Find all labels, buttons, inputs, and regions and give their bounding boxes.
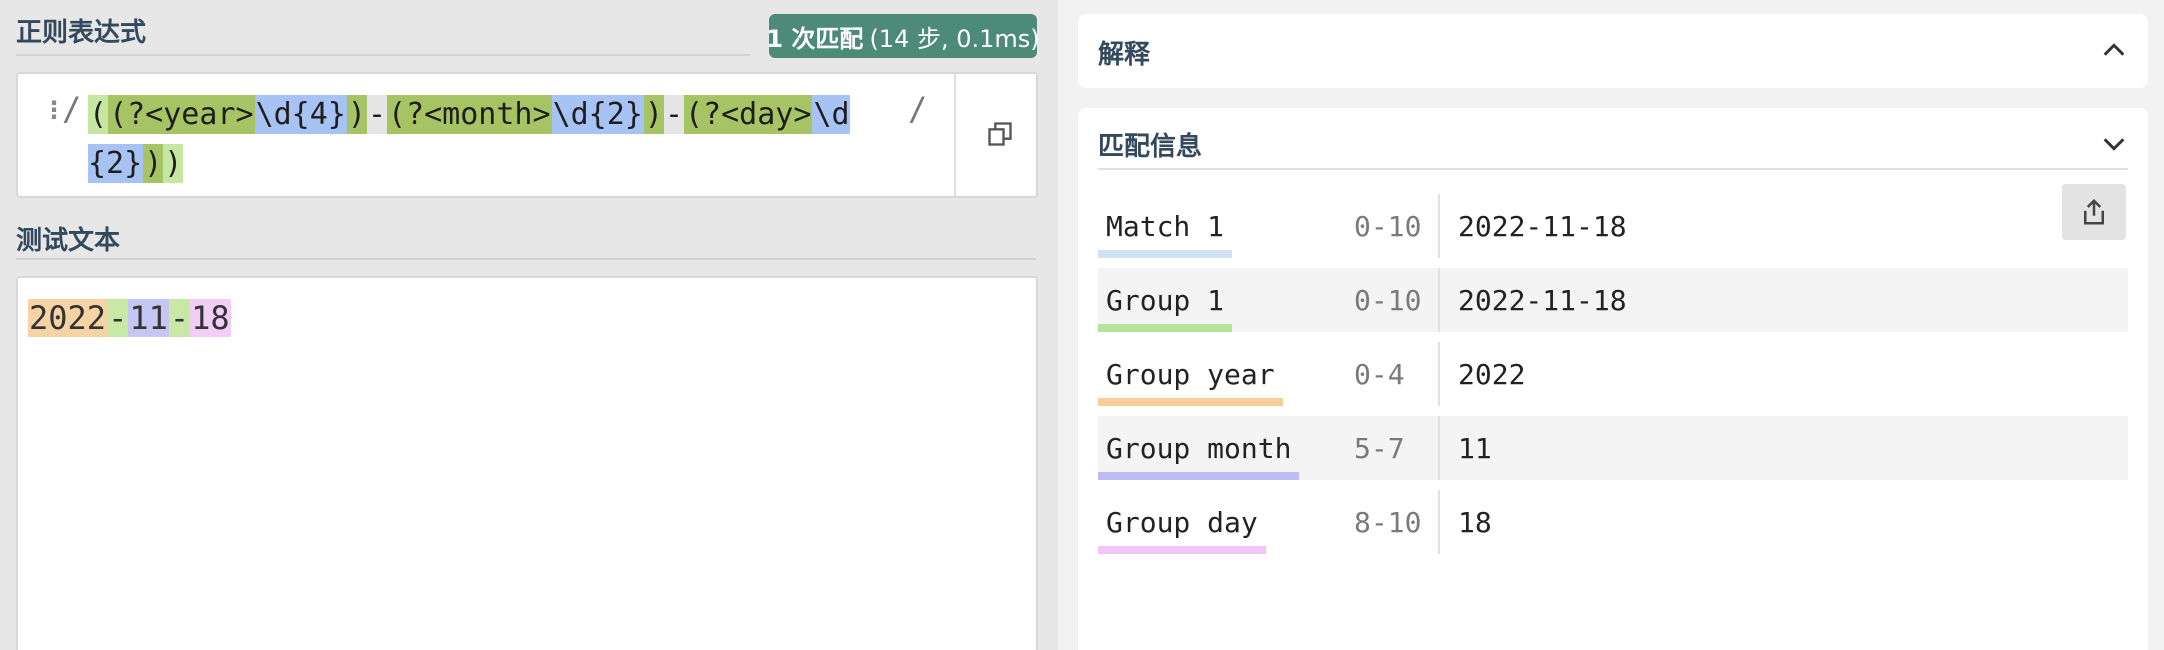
match-info-divider (1098, 168, 2128, 170)
regex-token[interactable]: ) (143, 144, 164, 183)
regex-token[interactable]: ) (346, 95, 367, 134)
group-label: Group year (1106, 358, 1275, 391)
test-match-segment[interactable]: - (107, 299, 129, 337)
chevron-down-icon[interactable] (2100, 130, 2128, 158)
group-color-underline (1098, 472, 1299, 480)
match-info-list: Match 1 0-10 2022-11-18 Group 1 0-10 2022-11-… (1098, 194, 2128, 564)
regex-token[interactable]: (?<day> (684, 95, 813, 134)
test-match-segment[interactable]: - (168, 299, 191, 337)
regex-open-delimiter: / (62, 90, 82, 128)
regex-token[interactable]: (?<year> (108, 95, 255, 134)
match-stats: (14 步, 0.1ms) (869, 24, 1040, 53)
match-info-row[interactable]: Group 1 0-10 2022-11-18 (1098, 268, 2128, 332)
match-info-row[interactable]: Group day 8-10 18 (1098, 490, 2128, 554)
results-panel: 解释 匹配信息 Match 1 0-10 2022-11-18 Group 1 0-10… (1058, 0, 2164, 650)
group-value: 18 (1458, 506, 1492, 539)
group-range: 0-10 (1354, 284, 1422, 317)
explanation-card[interactable]: 解释 (1078, 14, 2148, 88)
match-count: 1 次匹配 (766, 24, 864, 53)
match-info-title: 匹配信息 (1098, 132, 1203, 162)
group-color-underline (1098, 398, 1283, 406)
group-value: 11 (1458, 432, 1492, 465)
copy-icon[interactable] (986, 120, 1014, 148)
group-range: 0-10 (1354, 210, 1422, 243)
group-value: 2022 (1458, 358, 1526, 391)
row-column-divider (1438, 416, 1440, 480)
row-column-divider (1438, 194, 1440, 258)
regex-title-divider (16, 54, 750, 56)
row-column-divider (1438, 342, 1440, 406)
match-info-row[interactable]: Group year 0-4 2022 (1098, 342, 2128, 406)
regex-token[interactable]: ( (88, 95, 109, 134)
match-info-row[interactable]: Match 1 0-10 2022-11-18 (1098, 194, 2128, 258)
match-count-badge: 1 次匹配 (14 步, 0.1ms) (766, 14, 1040, 58)
group-label: Group 1 (1106, 284, 1225, 317)
row-column-divider (1438, 268, 1440, 332)
regex-input[interactable]: ⋮ / ((?<year>\d{4})-(?<month>\d{2})-(?<d… (16, 72, 1038, 198)
regex-token[interactable]: ) (163, 144, 184, 183)
regex-token[interactable]: - (663, 95, 684, 134)
regex-close-delimiter[interactable]: / (908, 90, 927, 128)
group-color-underline (1098, 250, 1232, 258)
group-label: Group month (1106, 432, 1292, 465)
explanation-title: 解释 (1098, 40, 1151, 70)
regex-token[interactable]: - (366, 95, 387, 134)
group-value: 2022-11-18 (1458, 210, 1627, 243)
regex-pattern[interactable]: ((?<year>\d{4})-(?<month>\d{2})-(?<day>\… (88, 90, 908, 188)
test-string[interactable]: 2022-11-18 (28, 296, 231, 340)
regex-token[interactable]: (?<month> (387, 95, 552, 134)
test-section-title: 测试文本 (16, 226, 121, 256)
group-color-underline (1098, 324, 1232, 332)
regex-token[interactable]: \d{2} (551, 95, 644, 134)
test-match-segment[interactable]: 2022 (28, 299, 108, 337)
test-string-input[interactable]: 2022-11-18 (16, 276, 1038, 650)
group-range: 0-4 (1354, 358, 1405, 391)
group-value: 2022-11-18 (1458, 284, 1627, 317)
regex-token[interactable]: ) (643, 95, 664, 134)
group-color-underline (1098, 546, 1266, 554)
row-column-divider (1438, 490, 1440, 554)
test-title-divider (16, 258, 1036, 260)
chevron-up-icon[interactable] (2100, 36, 2128, 64)
regex-section-title: 正则表达式 (16, 18, 147, 48)
group-range: 8-10 (1354, 506, 1422, 539)
group-range: 5-7 (1354, 432, 1405, 465)
match-info-card: 匹配信息 Match 1 0-10 2022-11-18 Group 1 0-10 202… (1078, 108, 2148, 650)
group-label: Match 1 (1106, 210, 1225, 243)
regex-box-divider (954, 74, 956, 196)
test-match-segment[interactable]: 18 (190, 299, 231, 337)
regex-token[interactable]: \d{4} (254, 95, 347, 134)
match-info-row[interactable]: Group month 5-7 11 (1098, 416, 2128, 480)
test-match-segment[interactable]: 11 (128, 299, 169, 337)
group-label: Group day (1106, 506, 1258, 539)
regex-editor-panel: 正则表达式 1 次匹配 (14 步, 0.1ms) ⋮ / ((?<year>\… (0, 0, 1060, 650)
